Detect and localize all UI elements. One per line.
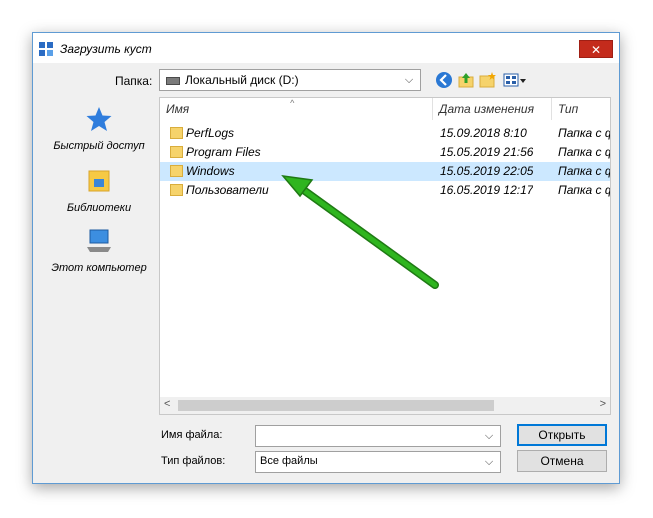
annotation-arrow-icon	[281, 174, 439, 289]
